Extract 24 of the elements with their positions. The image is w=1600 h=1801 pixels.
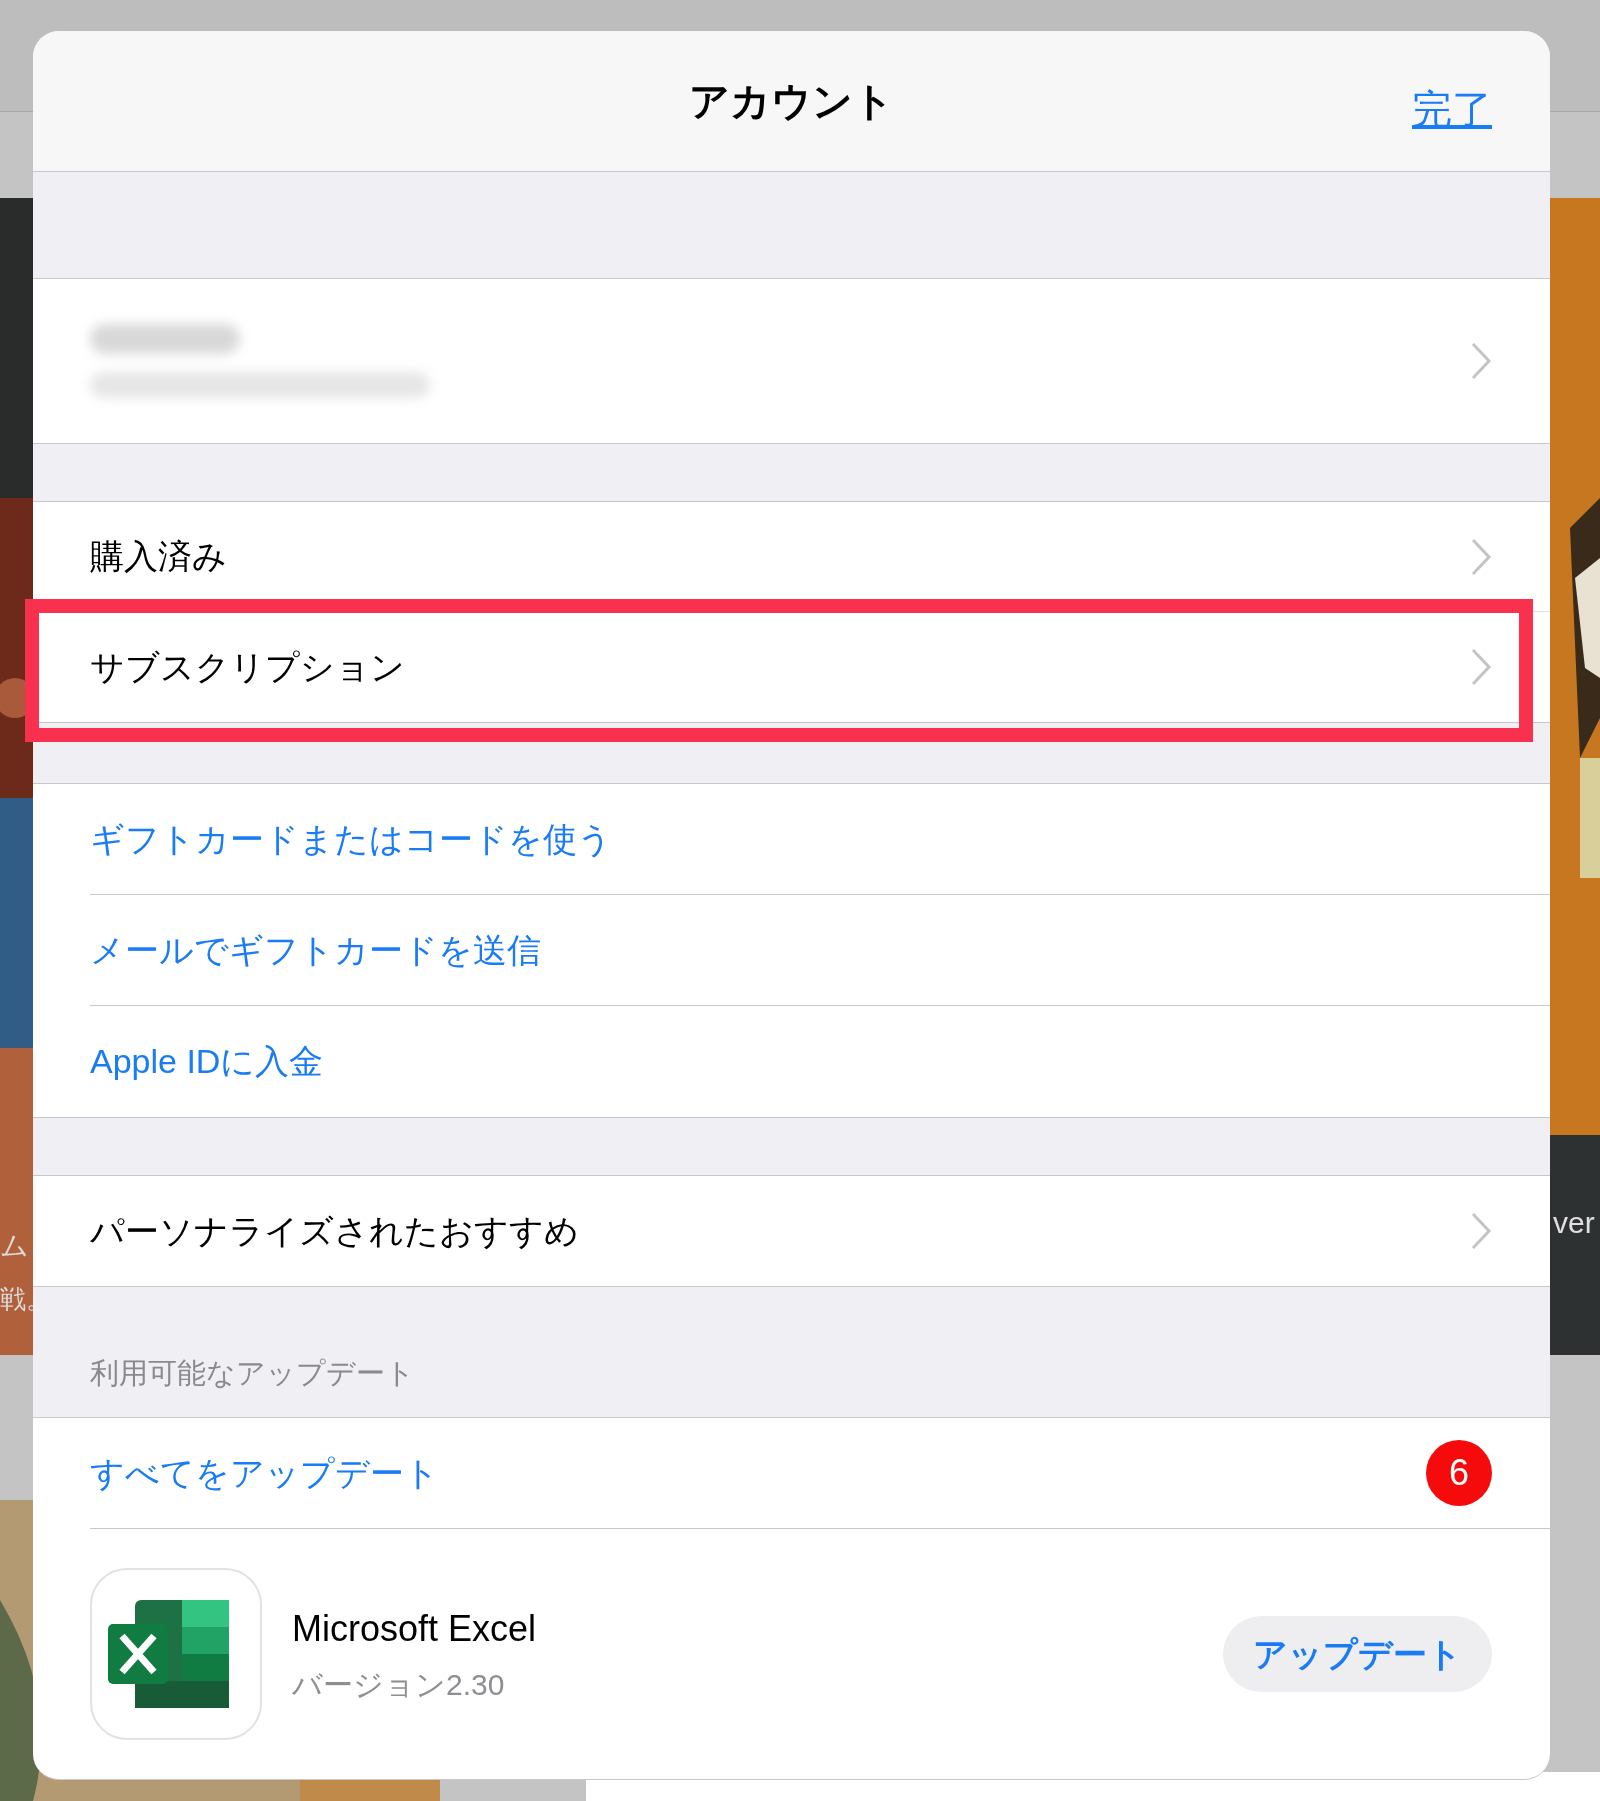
- list-row[interactable]: すべてをアップデート 6: [90, 1418, 1550, 1529]
- background-text: ver: [1553, 1205, 1595, 1241]
- modal-title: アカウント: [689, 78, 894, 125]
- chevron-icon: [1470, 647, 1492, 687]
- row-label: 購入済み: [90, 536, 228, 577]
- update-all-link[interactable]: すべてをアップデート: [90, 1447, 1426, 1499]
- app-name: Microsoft Excel: [292, 1606, 538, 1651]
- list-row[interactable]: サブスクリプション: [90, 612, 1550, 722]
- count-badge: 6: [1426, 1440, 1492, 1506]
- section-header: 利用可能なアップデート: [90, 1355, 415, 1391]
- row-label: パーソナライズされたおすすめ: [90, 1210, 580, 1252]
- chevron-icon: [1470, 1211, 1492, 1251]
- done-button[interactable]: 完了: [1412, 79, 1492, 139]
- list-row[interactable]: 購入済み: [90, 502, 1550, 612]
- chevron-icon: [1470, 536, 1492, 577]
- update-button[interactable]: アップデート: [1223, 1616, 1492, 1692]
- row-label: サブスクリプション: [90, 646, 406, 688]
- list-link[interactable]: Apple IDに入金: [90, 1006, 1550, 1117]
- background-text: ム: [0, 1229, 30, 1263]
- spreadsheet-app-icon: [90, 1568, 262, 1740]
- list-link[interactable]: ギフトカードまたはコードを使う: [90, 784, 1550, 895]
- app-version: バージョン2.30: [292, 1666, 506, 1703]
- list-link[interactable]: メールでギフトカードを送信: [90, 895, 1550, 1006]
- chevron-icon: [1470, 341, 1492, 381]
